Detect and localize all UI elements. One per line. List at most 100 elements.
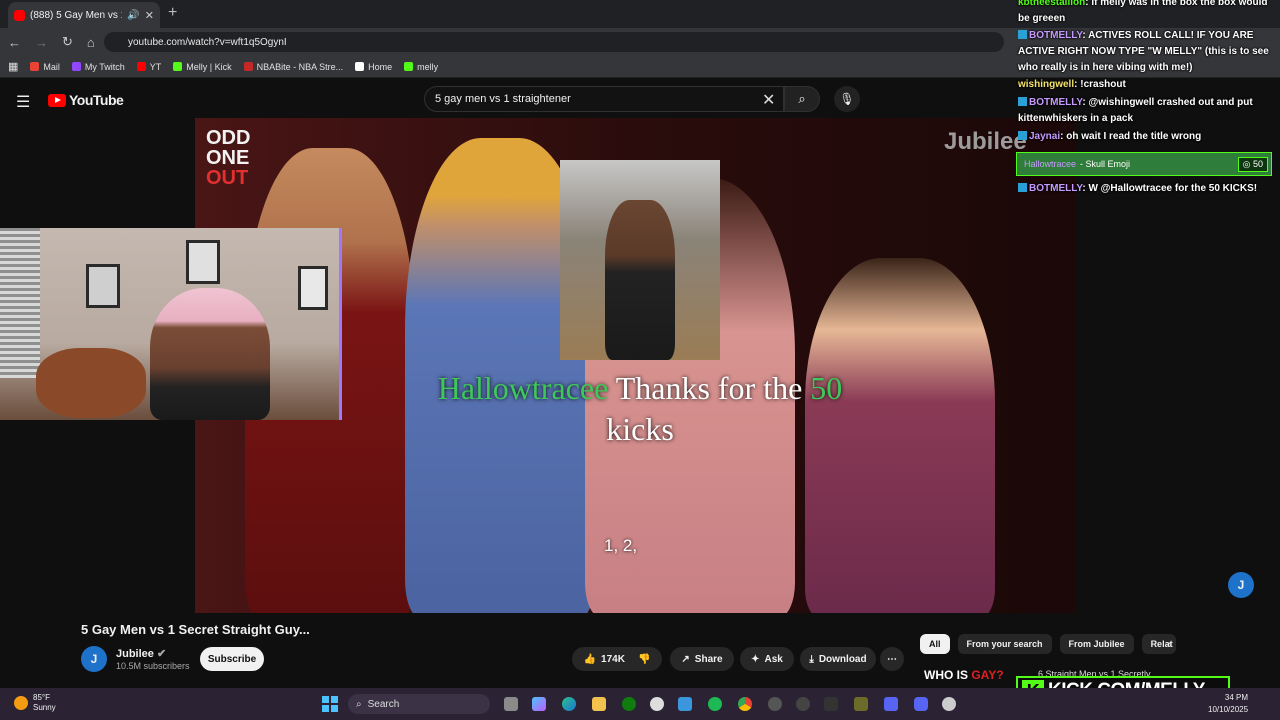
tab-audio-icon[interactable]: 🔊 (127, 10, 139, 21)
bookmark-kick[interactable]: Melly | Kick (173, 62, 232, 72)
app-icon[interactable] (854, 697, 868, 711)
app-icon[interactable] (884, 697, 898, 711)
chip-from-jubilee[interactable]: From Jubilee (1059, 634, 1134, 654)
subscriber-count: 10.5M subscribers (116, 661, 190, 671)
weather-widget[interactable]: 85°F Sunny (14, 693, 56, 713)
app-icon[interactable] (942, 697, 956, 711)
copilot-icon[interactable] (532, 697, 546, 711)
bookmark-nbabite[interactable]: NBABite - NBA Stre... (243, 62, 343, 72)
apps-grid-icon[interactable]: ▦ (8, 60, 18, 73)
search-icon: ⌕ (356, 698, 362, 710)
nba-icon (243, 62, 253, 71)
video-title: 5 Gay Men vs 1 Secret Straight Guy... (81, 622, 310, 637)
youtube-logo[interactable]: YouTube (48, 92, 124, 108)
share-button[interactable]: ↗ Share (670, 647, 734, 671)
user-badge-icon (1018, 131, 1027, 140)
reload-icon[interactable]: ↻ (62, 34, 73, 50)
alert-amount: 50 (810, 370, 843, 406)
more-actions-button[interactable]: ⋯ (880, 647, 904, 671)
alert-username: Hallowtracee (437, 370, 609, 406)
discord-icon[interactable] (914, 697, 928, 711)
kick-icon (404, 62, 414, 71)
bot-badge-icon (1018, 30, 1027, 39)
related-filter-chips: All From your search From Jubilee Relat (920, 634, 1176, 654)
search-button[interactable]: ⌕ (784, 86, 820, 112)
chip-from-search[interactable]: From your search (957, 634, 1052, 654)
like-button[interactable]: 👍 174K 👎 (572, 647, 662, 671)
chat-message: BOTMELLY: ACTIVES ROLL CALL! IF YOU ARE … (1018, 30, 1269, 73)
verified-icon: ✔ (156, 648, 167, 660)
chevron-right-icon[interactable]: › (1168, 639, 1172, 651)
ask-button[interactable]: ✦ Ask (740, 647, 794, 671)
task-view-icon[interactable] (504, 697, 518, 711)
thumbs-up-icon: 👍 (583, 653, 597, 665)
taskbar-clock[interactable]: 34 PM 10/10/2025 (1208, 692, 1248, 716)
channel-avatar[interactable]: J (81, 646, 107, 672)
chip-all[interactable]: All (920, 634, 950, 654)
bookmark-yt[interactable]: YT (136, 62, 161, 72)
new-tab-button[interactable]: + (168, 4, 184, 24)
mail-icon (30, 62, 40, 71)
browser-tab[interactable]: (888) 5 Gay Men vs 1 Secre 🔊 ✕ (8, 2, 160, 28)
chat-message: wishingwell: !crashout (1018, 79, 1126, 90)
alert-text: Thanks for the (615, 370, 803, 406)
bookmark-mail[interactable]: Mail (30, 62, 60, 72)
clear-search-icon[interactable]: ✕ (762, 90, 775, 110)
xbox-icon[interactable] (622, 697, 636, 711)
video-caption: 1, 2, (604, 536, 638, 555)
chat-message: kbtheestallion: If melly was in the box … (1018, 0, 1268, 24)
search-input[interactable]: 5 gay men vs 1 straightener (424, 86, 784, 112)
bookmark-melly[interactable]: melly (404, 62, 438, 72)
bookmark-twitch[interactable]: My Twitch (71, 62, 125, 72)
sun-icon (14, 696, 28, 710)
obs-icon[interactable] (768, 697, 782, 711)
kick-alert-overlay: Hallowtracee Thanks for the 50 kicks (320, 368, 960, 450)
app-icon[interactable] (796, 697, 810, 711)
channel-watermark-icon[interactable]: J (1228, 572, 1254, 598)
chat-highlight-message: Hallowtracee - Skull Emoji ◎ 50 (1016, 152, 1272, 176)
share-icon: ↗ (681, 653, 690, 665)
download-button[interactable]: ⤓ Download (800, 647, 876, 671)
home-icon[interactable]: ⌂ (87, 35, 95, 50)
tab-close-icon[interactable]: ✕ (145, 9, 154, 22)
bot-badge-icon (1018, 183, 1027, 192)
chat-message: BOTMELLY: @wishingwell crashed out and p… (1018, 97, 1253, 124)
voice-search-button[interactable]: 🎙 (834, 86, 860, 112)
windows-taskbar (0, 688, 1280, 720)
app-icon[interactable] (824, 697, 838, 711)
reaction-image (560, 160, 720, 360)
back-icon[interactable]: ← (8, 35, 21, 50)
forward-icon[interactable]: → (35, 35, 48, 50)
subscribe-button[interactable]: Subscribe (200, 647, 264, 671)
youtube-play-icon (48, 93, 66, 107)
menu-icon[interactable]: ☰ (16, 92, 30, 112)
github-icon[interactable] (650, 697, 664, 711)
twitch-icon (71, 62, 81, 71)
odd-one-out-badge: ODD ONE OUT (206, 127, 251, 189)
youtube-favicon-icon (14, 9, 25, 21)
edge-icon[interactable] (562, 697, 576, 711)
taskbar-search[interactable]: ⌕ Search (348, 694, 490, 714)
youtube-icon (136, 62, 146, 71)
chat-message: Jaynai: oh wait I read the title wrong (1018, 129, 1274, 145)
dislike-icon[interactable]: 👎 (638, 654, 650, 665)
mic-icon: 🎙 (839, 92, 855, 106)
more-icon: ⋯ (887, 653, 897, 665)
bookmark-home[interactable]: Home (355, 62, 392, 72)
channel-name[interactable]: Jubilee ✔ (116, 647, 166, 660)
bot-badge-icon (1018, 97, 1027, 106)
chat-message: BOTMELLY: W @Hallowtracee for the 50 KIC… (1018, 181, 1274, 197)
chrome-icon[interactable] (738, 697, 752, 711)
x-icon (355, 62, 365, 71)
kick-icon (173, 62, 183, 71)
store-icon[interactable] (678, 697, 692, 711)
file-explorer-icon[interactable] (592, 697, 606, 711)
spotify-icon[interactable] (708, 697, 722, 711)
search-icon: ⌕ (798, 91, 806, 106)
recommended-thumbnail-text[interactable]: WHO IS GAY? (924, 668, 1004, 682)
url-field[interactable]: youtube.com/watch?v=wft1q5OgynI (104, 32, 1004, 52)
webcam-overlay (0, 228, 342, 420)
tab-title: (888) 5 Gay Men vs 1 Secre (30, 9, 122, 21)
download-icon: ⤓ (809, 653, 814, 665)
start-button[interactable] (322, 696, 338, 712)
